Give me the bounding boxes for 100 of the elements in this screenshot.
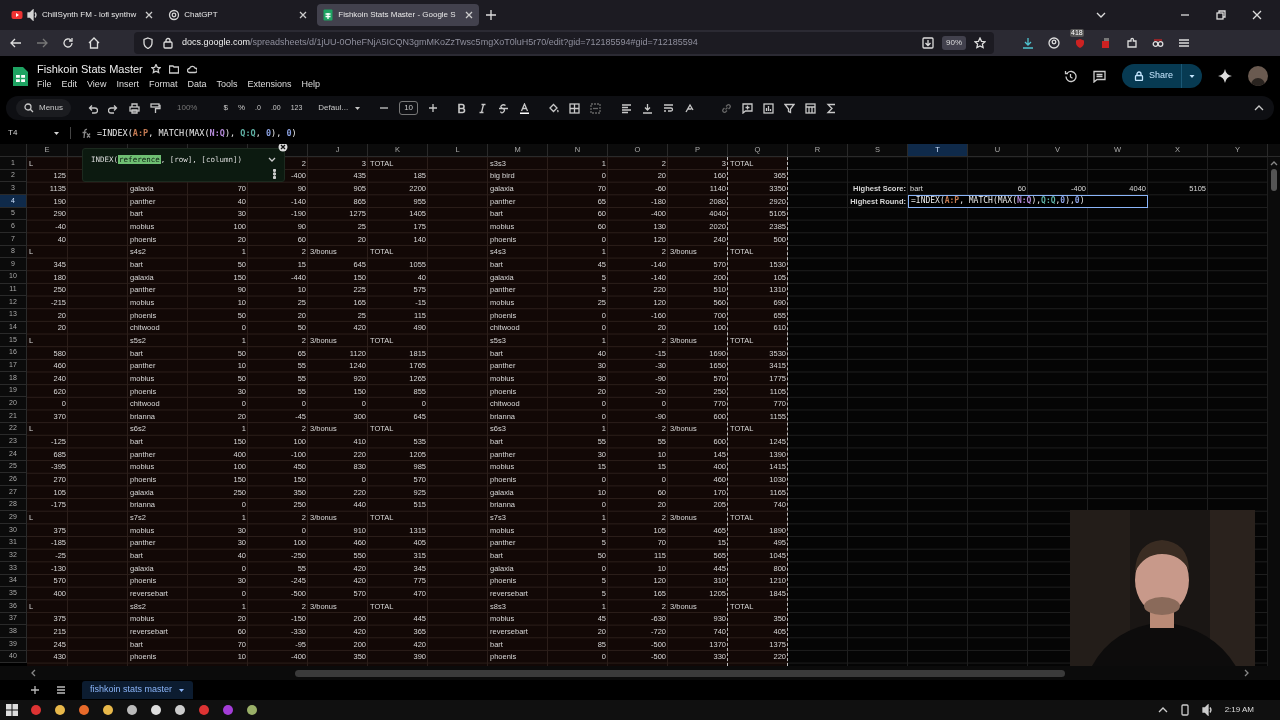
comment-icon[interactable] [1092, 69, 1106, 83]
function-icon[interactable] [81, 127, 91, 139]
wrap-icon[interactable] [663, 102, 675, 114]
strikethrough-icon[interactable] [498, 102, 510, 114]
install-icon[interactable] [922, 37, 934, 49]
chevron-down-icon[interactable] [268, 156, 276, 164]
name-box[interactable]: T4 [8, 127, 60, 139]
filter-icon[interactable] [784, 102, 796, 114]
plus-icon[interactable] [428, 103, 439, 113]
scroll-left-icon[interactable] [30, 669, 37, 677]
close-icon[interactable] [278, 144, 288, 152]
menu-item[interactable]: Edit [61, 77, 78, 91]
lock-icon[interactable] [162, 37, 174, 49]
browser-tab[interactable]: ChillSynth FM - lofi synthw [6, 4, 160, 26]
menu-item[interactable]: Format [148, 77, 178, 91]
menu-item[interactable]: View [87, 77, 107, 91]
sum-icon[interactable] [826, 102, 838, 114]
download-icon[interactable] [1022, 37, 1034, 49]
home-icon[interactable] [88, 37, 100, 49]
history-icon[interactable] [1063, 69, 1077, 83]
all-sheets-icon[interactable] [56, 685, 66, 695]
paint-format-icon[interactable] [150, 102, 161, 114]
fill-color-icon[interactable] [548, 102, 560, 114]
font-dropdown[interactable]: Defaul... [318, 102, 362, 114]
close-icon[interactable] [298, 10, 309, 20]
link-icon[interactable] [721, 102, 733, 114]
close-icon[interactable] [463, 10, 474, 20]
star-icon[interactable] [974, 37, 986, 49]
borders-icon[interactable] [569, 102, 581, 114]
glasses-icon[interactable] [1152, 37, 1164, 49]
browser-tab[interactable]: ChatGPT [163, 4, 314, 26]
print-icon[interactable] [129, 102, 140, 114]
bold-icon[interactable] [456, 102, 468, 114]
app-icon[interactable] [78, 704, 90, 716]
add-comment-icon[interactable] [742, 102, 754, 114]
speaker-icon[interactable] [1201, 704, 1213, 716]
menu-item[interactable]: Help [301, 77, 320, 91]
app-icon[interactable] [174, 704, 186, 716]
font-size-field[interactable]: 10 [399, 101, 419, 115]
app-icon[interactable] [246, 704, 258, 716]
zoom-dropdown[interactable]: 100% [177, 102, 198, 114]
merge-icon[interactable] [590, 102, 602, 114]
close-icon[interactable] [1252, 10, 1262, 20]
back-icon[interactable] [10, 37, 22, 49]
star-icon[interactable] [150, 64, 161, 75]
scrollbar-thumb[interactable] [295, 669, 1065, 677]
menu-item[interactable]: File [37, 77, 52, 91]
formula-input[interactable]: =INDEX(A:P, MATCH(MAX(N:Q), Q:Q, 0), 0) [97, 126, 297, 140]
app-icon[interactable] [150, 704, 162, 716]
app-icon[interactable] [126, 704, 138, 716]
browser-tab[interactable]: Fishkoin Stats Master - Google S [317, 4, 479, 26]
menu-item[interactable]: Insert [116, 77, 139, 91]
caret-icon[interactable] [1188, 72, 1196, 80]
redo-icon[interactable] [108, 102, 119, 114]
menu-icon[interactable] [1178, 37, 1190, 49]
battery-icon[interactable] [1179, 704, 1190, 716]
restore-icon[interactable] [1216, 10, 1226, 20]
forward-icon[interactable] [36, 37, 48, 49]
menu-item[interactable]: Tools [216, 77, 238, 91]
cloud-icon[interactable] [186, 64, 197, 75]
chart-icon[interactable] [763, 102, 775, 114]
app-icon[interactable] [102, 704, 114, 716]
scroll-up-icon[interactable] [1269, 159, 1279, 167]
undo-icon[interactable] [87, 102, 98, 114]
menu-item[interactable]: Data [187, 77, 207, 91]
rotate-icon[interactable] [684, 102, 696, 114]
sparkle-icon[interactable] [1218, 69, 1232, 83]
currency-button[interactable]: $ [223, 102, 228, 114]
sheet-tab[interactable]: fishkoin stats master [82, 681, 194, 699]
zoom-level-badge[interactable]: 90% [942, 36, 966, 50]
italic-icon[interactable] [477, 102, 489, 114]
menu-item[interactable]: Extensions [247, 77, 292, 91]
sheets-logo-icon[interactable] [12, 65, 29, 87]
speaker-icon[interactable] [27, 9, 38, 21]
align-icon[interactable] [621, 102, 633, 114]
document-title[interactable]: Fishkoin Stats Master [37, 61, 143, 78]
collapse-icon[interactable] [1254, 104, 1264, 112]
windows-logo-icon[interactable] [6, 704, 18, 716]
extension-icon[interactable] [1100, 37, 1112, 49]
puzzle-icon[interactable] [1126, 37, 1138, 49]
address-bar[interactable]: docs.google.com/spreadsheets/d/1jUU-0OheFNjA5ICQN3gmMKoZzTwsc5mgXoT0luH5r70/edit?gid=712185594#gid=712185594 90% [134, 32, 994, 54]
shield-extension-icon[interactable] [1074, 37, 1086, 49]
shield-icon[interactable] [142, 37, 154, 49]
chevron-up-icon[interactable] [1157, 706, 1168, 714]
search-menus-field[interactable]: Menus [16, 99, 71, 117]
text-color-icon[interactable] [519, 102, 531, 114]
account-icon[interactable] [1048, 37, 1060, 49]
chevron-down-icon[interactable] [1096, 10, 1106, 20]
app-icon[interactable] [54, 704, 66, 716]
reload-icon[interactable] [62, 37, 74, 49]
folder-icon[interactable] [168, 64, 179, 75]
add-sheet-icon[interactable] [30, 685, 40, 695]
more-options-icon[interactable] [273, 169, 276, 180]
vertical-align-icon[interactable] [642, 102, 654, 114]
scrollbar-thumb[interactable] [1271, 169, 1277, 191]
percent-button[interactable]: % [237, 102, 246, 114]
filter-views-icon[interactable] [805, 102, 817, 114]
clock[interactable]: 2:19 AM [1224, 704, 1254, 716]
scroll-right-icon[interactable] [1243, 669, 1250, 677]
close-icon[interactable] [144, 10, 155, 20]
